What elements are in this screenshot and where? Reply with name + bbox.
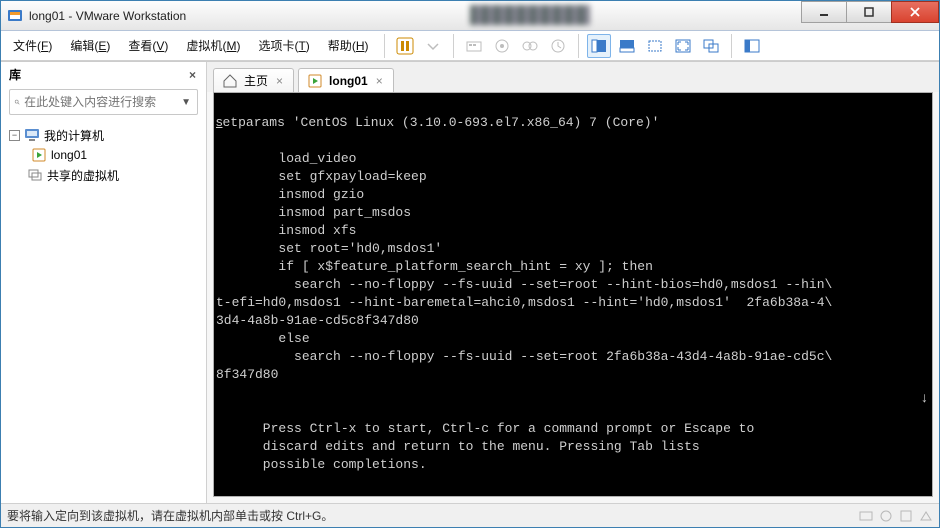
- power-dropdown[interactable]: [421, 34, 445, 58]
- tab-home[interactable]: 主页 ×: [213, 68, 294, 92]
- view-console-button[interactable]: [587, 34, 611, 58]
- tab-label: 主页: [244, 72, 268, 89]
- status-bar: 要将输入定向到该虚拟机，请在虚拟机内部单击或按 Ctrl+G。: [1, 503, 939, 527]
- vm-running-icon: [31, 147, 47, 163]
- tree-label: 共享的虚拟机: [47, 167, 119, 184]
- tab-long01[interactable]: long01 ×: [298, 68, 394, 92]
- device-icon[interactable]: [899, 509, 913, 523]
- unity-button[interactable]: [699, 34, 723, 58]
- minimize-button[interactable]: [801, 1, 847, 23]
- search-dropdown-icon[interactable]: ▼: [179, 97, 193, 108]
- console-frame: setparams 'CentOS Linux (3.10.0-693.el7.…: [213, 92, 933, 497]
- toolbar-separator: [453, 34, 454, 58]
- snapshot-manager-button[interactable]: [518, 34, 542, 58]
- menu-vm[interactable]: 虚拟机(M): [178, 33, 248, 58]
- scroll-down-icon: ↓: [921, 388, 928, 406]
- content-body: 库 × ▼ − 我的计算机 long01: [1, 61, 939, 503]
- library-title: 库: [9, 66, 21, 83]
- tree-shared-vms[interactable]: 共享的虚拟机: [5, 165, 202, 185]
- menubar: 文件(F) 编辑(E) 查看(V) 虚拟机(M) 选项卡(T) 帮助(H): [1, 31, 939, 61]
- shared-vms-icon: [27, 167, 43, 183]
- menu-edit[interactable]: 编辑(E): [62, 33, 118, 58]
- tree-vm-long01[interactable]: long01: [5, 145, 202, 165]
- stretch-guest-button[interactable]: [643, 34, 667, 58]
- tab-label: long01: [329, 74, 368, 88]
- vm-console[interactable]: setparams 'CentOS Linux (3.10.0-693.el7.…: [214, 93, 932, 496]
- library-search-input[interactable]: [24, 95, 179, 109]
- menu-help[interactable]: 帮助(H): [320, 33, 377, 58]
- tree-my-computer[interactable]: − 我的计算机: [5, 125, 202, 145]
- power-pause-button[interactable]: [393, 34, 417, 58]
- library-toggle-button[interactable]: [740, 34, 764, 58]
- tree-collapse-icon[interactable]: −: [9, 130, 20, 141]
- toolbar-separator: [384, 34, 385, 58]
- titlebar: long01 - VMware Workstation: [1, 1, 939, 31]
- library-tree: − 我的计算机 long01 共享的虚拟机: [1, 121, 206, 189]
- send-ctrlaltdel-button[interactable]: [462, 34, 486, 58]
- view-thumbnail-button[interactable]: [615, 34, 639, 58]
- library-panel: 库 × ▼ − 我的计算机 long01: [1, 62, 207, 503]
- vm-running-icon: [307, 73, 323, 89]
- menu-tabs[interactable]: 选项卡(T): [250, 33, 317, 58]
- status-text: 要将输入定向到该虚拟机，请在虚拟机内部单击或按 Ctrl+G。: [7, 507, 333, 524]
- tree-label: 我的计算机: [44, 127, 104, 144]
- revert-snapshot-button[interactable]: [546, 34, 570, 58]
- device-icon[interactable]: [859, 509, 873, 523]
- device-icon[interactable]: [919, 509, 933, 523]
- toolbar-separator: [731, 34, 732, 58]
- tabbar: 主页 × long01 ×: [207, 62, 939, 92]
- maximize-button[interactable]: [846, 1, 892, 23]
- status-device-icons: [859, 509, 933, 523]
- tab-close-icon[interactable]: ×: [274, 74, 285, 88]
- titlebar-blur: [470, 5, 590, 25]
- app-window: long01 - VMware Workstation 文件(F) 编辑(E) …: [0, 0, 940, 528]
- menu-file[interactable]: 文件(F): [5, 33, 60, 58]
- toolbar-separator: [578, 34, 579, 58]
- main-area: 主页 × long01 × setparams 'CentOS Linux (3…: [207, 62, 939, 503]
- device-icon[interactable]: [879, 509, 893, 523]
- fullscreen-button[interactable]: [671, 34, 695, 58]
- home-icon: [222, 73, 238, 89]
- menu-view[interactable]: 查看(V): [120, 33, 176, 58]
- tree-label: long01: [51, 148, 87, 162]
- close-button[interactable]: [891, 1, 939, 23]
- vmware-icon: [7, 8, 23, 24]
- snapshot-button[interactable]: [490, 34, 514, 58]
- library-close-button[interactable]: ×: [185, 68, 200, 82]
- search-icon: [14, 95, 20, 109]
- computer-icon: [24, 127, 40, 143]
- tab-close-icon[interactable]: ×: [374, 74, 385, 88]
- library-search[interactable]: ▼: [9, 89, 198, 115]
- window-title: long01 - VMware Workstation: [29, 9, 186, 23]
